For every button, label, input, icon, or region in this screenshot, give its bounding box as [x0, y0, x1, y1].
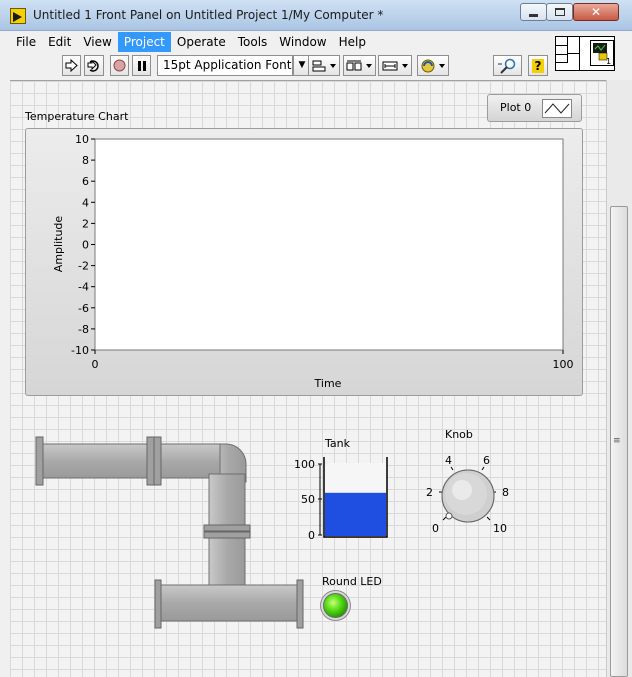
knob-scale-0: 0 [432, 522, 439, 535]
knob-scale-2: 2 [426, 486, 433, 499]
x-axis-label: Time [314, 377, 342, 390]
y-tick-label: 10 [75, 133, 89, 146]
abort-button[interactable] [110, 55, 129, 76]
plot-legend[interactable]: Plot 0 [487, 94, 582, 122]
abort-icon [113, 59, 126, 72]
y-tick-label: -4 [78, 281, 89, 294]
y-tick-label: -6 [78, 302, 89, 315]
y-axis-label: Amplitude [52, 216, 65, 273]
maximize-button[interactable] [546, 3, 573, 21]
y-tick-label: -8 [78, 323, 89, 336]
distribute-objects-button[interactable] [343, 55, 376, 76]
menu-bar: File Edit View Project Operate Tools Win… [10, 31, 554, 53]
y-tick-label: 0 [82, 239, 89, 252]
vertical-scrollbar[interactable]: ≡ [606, 80, 632, 677]
menu-file[interactable]: File [10, 32, 42, 52]
context-help-button[interactable]: ? [528, 55, 548, 76]
pause-icon [137, 60, 146, 71]
y-tick-label: 4 [82, 196, 89, 209]
knob-scale-10: 10 [493, 522, 507, 535]
tank-label: Tank [325, 437, 350, 450]
chevron-down-icon: ▼ [298, 60, 306, 70]
context-help-icon: ? [531, 58, 545, 73]
y-tick-label: -10 [71, 344, 89, 357]
toolbar: 15pt Application Font ▼ ? [10, 53, 554, 77]
knob-scale-8: 8 [502, 486, 509, 499]
close-button[interactable]: ✕ [573, 3, 619, 21]
chart-plot-svg: 10 8 6 4 2 0 -2 -4 -6 -8 -10 0 100 Amplitude Time [52, 133, 574, 390]
knob-label: Knob [445, 428, 473, 441]
chart-label: Temperature Chart [25, 110, 129, 123]
menu-operate[interactable]: Operate [171, 32, 232, 52]
knob-control[interactable]: 0 2 4 6 8 10 [418, 448, 518, 543]
font-select[interactable]: 15pt Application Font [157, 55, 293, 76]
y-tick-label: -2 [78, 260, 89, 273]
run-continuously-button[interactable] [84, 55, 104, 76]
run-arrow-icon [65, 59, 78, 72]
tank-scale-max: 100 [294, 458, 315, 471]
align-objects-icon [312, 60, 336, 71]
minimize-icon [529, 13, 538, 17]
x-tick-label: 0 [92, 358, 99, 371]
y-tick-label: 2 [82, 217, 89, 230]
y-tick-label: 8 [82, 154, 89, 167]
run-button[interactable] [62, 55, 81, 76]
knob-scale-4: 4 [445, 454, 452, 467]
tank-scale-min: 0 [308, 529, 315, 542]
led-label: Round LED [322, 575, 382, 588]
resize-objects-icon [382, 61, 408, 70]
tank-scale-mid: 50 [301, 493, 315, 506]
tank-indicator[interactable]: 100 50 0 [290, 455, 400, 550]
scrollbar-grip-icon: ≡ [613, 436, 621, 446]
temperature-chart[interactable]: 10 8 6 4 2 0 -2 -4 -6 -8 -10 0 100 Amplitude Time [25, 128, 583, 396]
labview-app-icon [10, 8, 26, 24]
search-icon [497, 58, 515, 74]
round-led[interactable] [323, 593, 348, 618]
window-title: Untitled 1 Front Panel on Untitled Proje… [33, 8, 384, 22]
vi-icon[interactable]: 1 [590, 40, 614, 66]
resize-objects-button[interactable] [378, 55, 412, 76]
knob-scale-6: 6 [483, 454, 490, 467]
connector-number: 1 [606, 57, 611, 65]
menu-project[interactable]: Project [117, 32, 171, 52]
legend-line-swatch [542, 99, 572, 118]
menu-tools[interactable]: Tools [232, 32, 274, 52]
pipe-decoration [35, 436, 304, 629]
reorder-icon [421, 59, 445, 72]
run-continuously-icon [87, 59, 99, 72]
knob-pointer [445, 512, 453, 520]
maximize-icon [554, 8, 565, 16]
x-tick-label: 100 [553, 358, 574, 371]
align-objects-button[interactable] [308, 55, 340, 76]
tank-scale: 100 50 0 [294, 458, 322, 542]
search-button[interactable] [493, 55, 522, 76]
distribute-objects-icon [346, 60, 372, 70]
y-axis: 10 8 6 4 2 0 -2 -4 -6 -8 -10 [71, 133, 95, 357]
y-tick-label: 6 [82, 175, 89, 188]
close-icon: ✕ [590, 5, 602, 19]
menu-edit[interactable]: Edit [42, 32, 77, 52]
title-bar[interactable]: Untitled 1 Front Panel on Untitled Proje… [0, 0, 632, 31]
line-plot-icon [544, 103, 570, 114]
menu-help[interactable]: Help [333, 32, 372, 52]
legend-plot-name: Plot 0 [500, 101, 532, 114]
chart-plot-area[interactable] [94, 138, 564, 351]
pause-button[interactable] [132, 55, 151, 76]
reorder-button[interactable] [417, 55, 449, 76]
vi-icon-graphic: 1 [593, 43, 611, 66]
minimize-button[interactable] [520, 3, 547, 21]
menu-view[interactable]: View [77, 32, 117, 52]
menu-window[interactable]: Window [273, 32, 332, 52]
tank-fill [325, 492, 386, 536]
x-axis: 0 100 [92, 350, 574, 371]
